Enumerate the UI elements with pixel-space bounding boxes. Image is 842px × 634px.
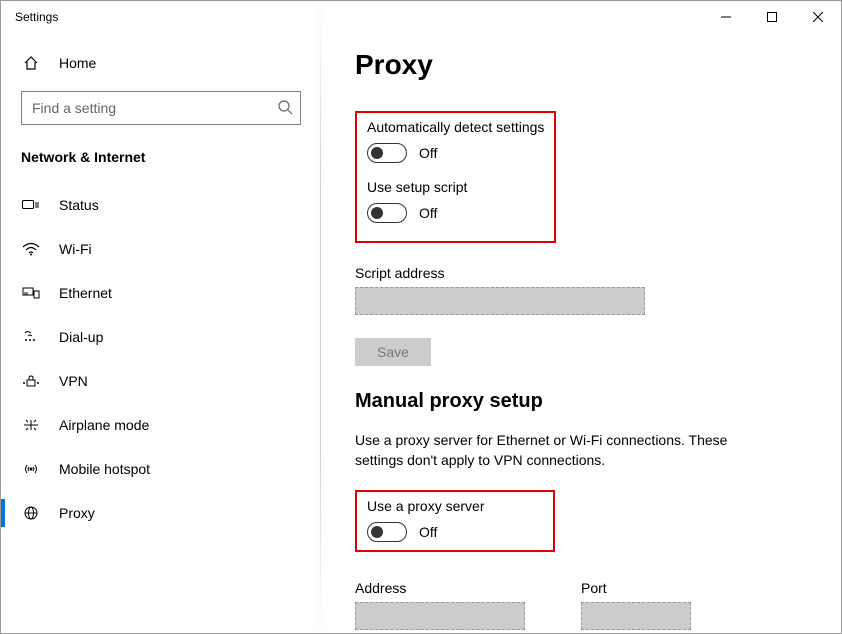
home-icon [21,55,41,71]
hotspot-icon [21,462,41,476]
home-nav[interactable]: Home [1,45,321,81]
sidebar-item-dialup[interactable]: Dial-up [1,315,321,359]
manual-heading: Manual proxy setup [355,390,807,413]
nav-label: Airplane mode [59,417,149,433]
sidebar-item-ethernet[interactable]: Ethernet [1,271,321,315]
use-proxy-state: Off [419,524,437,540]
save-button: Save [355,338,431,366]
status-icon [21,198,41,212]
dialup-icon [21,330,41,344]
nav-label: Dial-up [59,329,103,345]
maximize-button[interactable] [749,1,795,33]
minimize-button[interactable] [703,1,749,33]
manual-desc: Use a proxy server for Ethernet or Wi-Fi… [355,431,775,470]
sidebar-item-hotspot[interactable]: Mobile hotspot [1,447,321,491]
nav-label: VPN [59,373,88,389]
nav-label: Status [59,197,99,213]
vpn-icon [21,374,41,388]
window-title: Settings [15,10,58,24]
use-proxy-label: Use a proxy server [367,498,543,514]
search-input[interactable] [21,91,301,125]
script-address-input [355,287,645,315]
nav-label: Mobile hotspot [59,461,150,477]
auto-detect-state: Off [419,145,437,161]
nav-label: Proxy [59,505,95,521]
section-title: Network & Internet [1,143,321,183]
home-label: Home [59,55,96,71]
sidebar: Home Network & Internet Status Wi-Fi [1,33,321,633]
sidebar-item-status[interactable]: Status [1,183,321,227]
highlight-manual-proxy: Use a proxy server Off [355,490,555,552]
airplane-icon [21,418,41,432]
port-input [581,602,691,630]
sidebar-item-proxy[interactable]: Proxy [1,491,321,535]
nav-label: Ethernet [59,285,112,301]
use-proxy-toggle[interactable] [367,522,407,542]
sidebar-item-vpn[interactable]: VPN [1,359,321,403]
sidebar-item-wifi[interactable]: Wi-Fi [1,227,321,271]
port-label: Port [581,580,691,596]
use-script-label: Use setup script [367,179,544,195]
ethernet-icon [21,286,41,300]
nav-label: Wi-Fi [59,241,92,257]
address-input [355,602,525,630]
proxy-icon [21,506,41,520]
use-script-state: Off [419,205,437,221]
titlebar: Settings [1,1,841,33]
search-icon [277,99,293,115]
wifi-icon [21,242,41,256]
main-panel: Proxy Automatically detect settings Off … [321,33,841,633]
close-button[interactable] [795,1,841,33]
search-wrap [21,91,301,125]
auto-detect-toggle[interactable] [367,143,407,163]
script-address-label: Script address [355,265,807,281]
page-title: Proxy [355,49,807,81]
sidebar-item-airplane[interactable]: Airplane mode [1,403,321,447]
address-label: Address [355,580,525,596]
auto-detect-label: Automatically detect settings [367,119,544,135]
use-script-toggle[interactable] [367,203,407,223]
highlight-auto-proxy: Automatically detect settings Off Use se… [355,111,556,243]
